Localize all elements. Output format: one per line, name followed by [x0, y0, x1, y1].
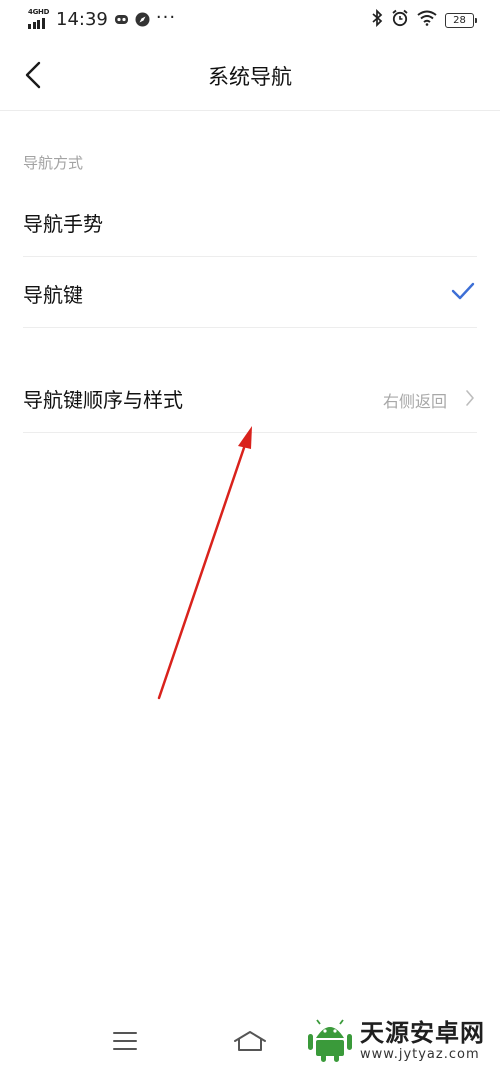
- compass-notification-icon: [135, 12, 150, 27]
- bluetooth-icon: [371, 8, 383, 32]
- home-button[interactable]: [230, 1026, 270, 1056]
- menu-button[interactable]: [105, 1026, 145, 1056]
- watermark-url: www.jytyaz.com: [360, 1046, 480, 1062]
- checkmark-icon: [451, 282, 475, 300]
- menu-icon: [113, 1032, 137, 1050]
- app-header: 系统导航: [0, 40, 500, 111]
- network-type-label: 4GHD: [28, 7, 50, 16]
- option-navigation-keys[interactable]: 导航键: [23, 257, 477, 328]
- home-icon: [234, 1031, 266, 1051]
- chevron-right-icon: [466, 390, 474, 406]
- page-title: 系统导航: [208, 65, 292, 89]
- watermark-title: 天源安卓网: [360, 1018, 485, 1047]
- status-bar: 4GHD 14:39 ··· 28: [0, 0, 500, 40]
- settings-row-value: 右侧返回: [382, 392, 447, 411]
- option-label: 导航手势: [23, 212, 103, 236]
- option-label: 导航键: [23, 283, 83, 307]
- status-time: 14:39: [56, 9, 108, 30]
- settings-row-label: 导航键顺序与样式: [23, 388, 183, 412]
- alarm-icon: [391, 9, 409, 32]
- android-robot-logo-icon: [308, 1019, 352, 1062]
- navigation-key-order-style-row[interactable]: 导航键顺序与样式 右侧返回: [23, 362, 477, 433]
- section-label-navigation-mode: 导航方式: [23, 154, 84, 172]
- cellular-signal-icon: 4GHD: [28, 7, 50, 30]
- more-notifications-icon: ···: [155, 7, 177, 28]
- watermark: 天源安卓网 www.jytyaz.com: [306, 1018, 485, 1062]
- wifi-icon: [417, 10, 437, 31]
- option-gesture-navigation[interactable]: 导航手势: [23, 186, 477, 257]
- battery-icon: 28: [445, 13, 477, 28]
- app-notification-icon: [114, 12, 129, 27]
